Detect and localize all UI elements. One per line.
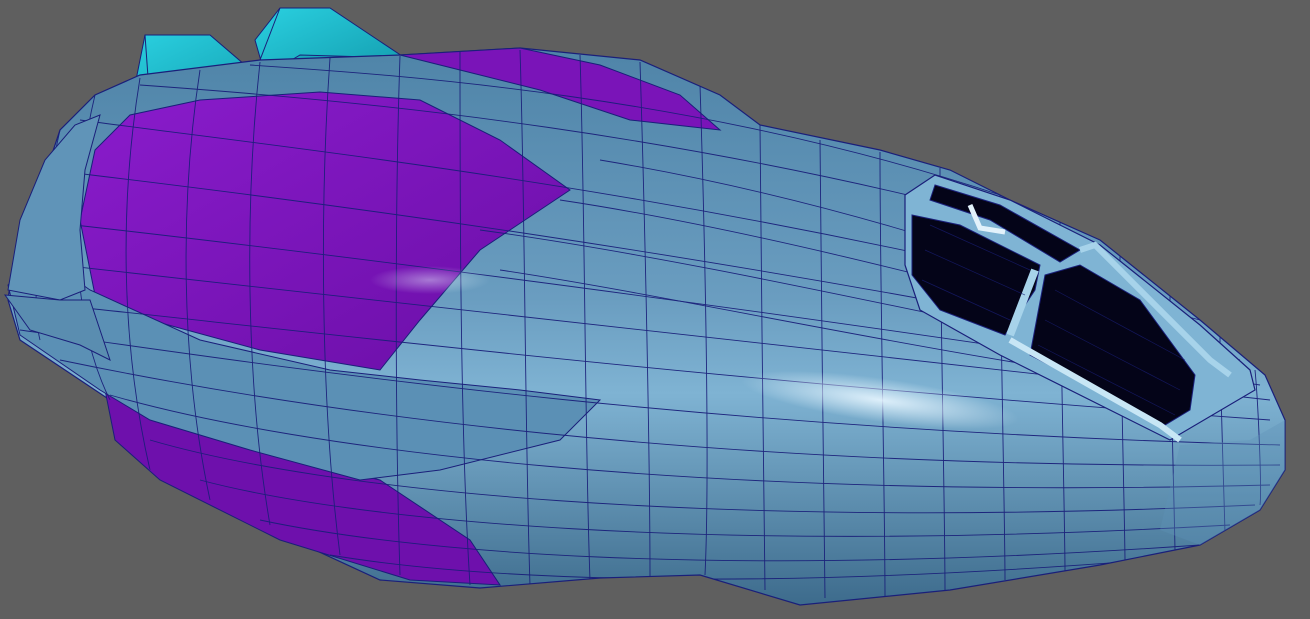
3d-viewport[interactable] (0, 0, 1310, 619)
spaceship-model (3, 7, 1286, 606)
specular-highlight-rear (370, 266, 490, 294)
